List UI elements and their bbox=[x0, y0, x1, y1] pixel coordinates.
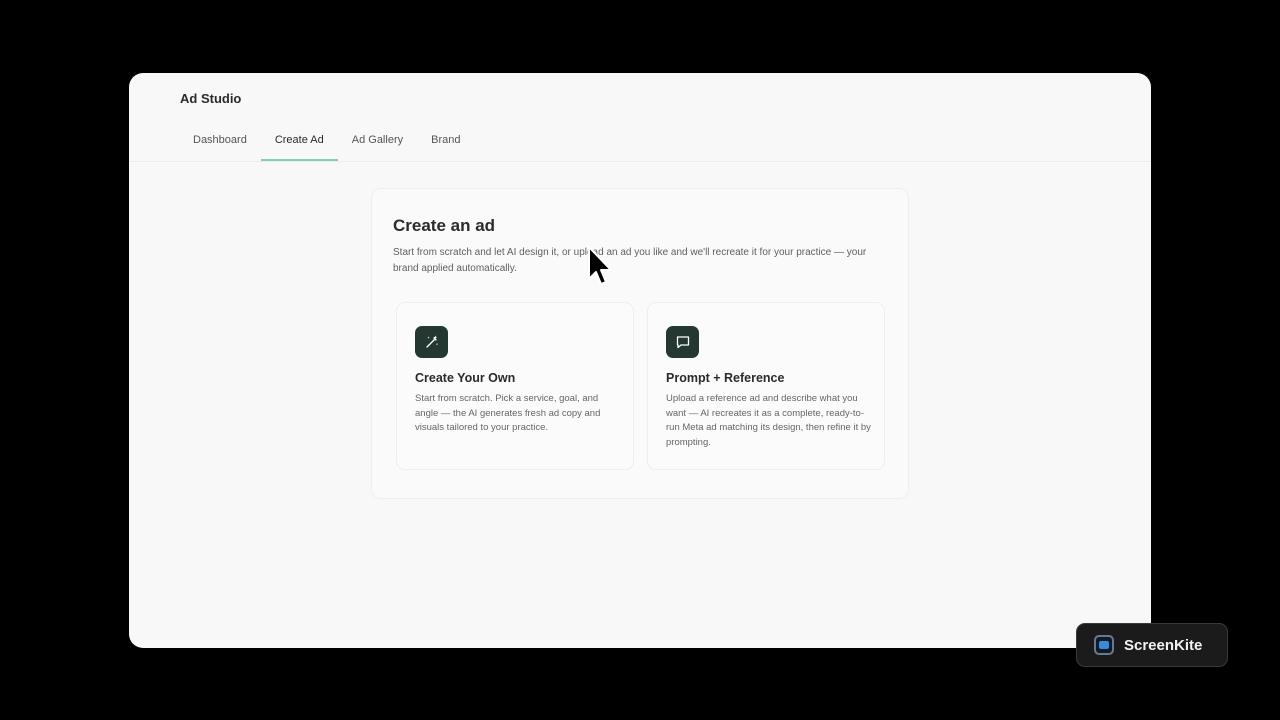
card-title: Create an ad bbox=[393, 216, 496, 235]
app-window: Ad Studio Dashboard Create Ad Ad Gallery… bbox=[129, 73, 1151, 648]
app-title: Ad Studio bbox=[180, 91, 242, 106]
create-ad-card: Create an ad Start from scratch and let … bbox=[371, 188, 909, 499]
create-your-own-option[interactable]: Create Your Own Start from scratch. Pick… bbox=[396, 302, 634, 470]
chat-bubble-icon bbox=[666, 326, 699, 358]
option-title: Create Your Own bbox=[415, 371, 516, 385]
tab-dashboard[interactable]: Dashboard bbox=[179, 125, 261, 161]
option-title: Prompt + Reference bbox=[666, 371, 785, 385]
badge-label: ScreenKite bbox=[1124, 636, 1203, 654]
screenkite-logo-icon bbox=[1094, 635, 1114, 655]
tab-create-ad[interactable]: Create Ad bbox=[260, 125, 338, 161]
screenkite-badge: ScreenKite bbox=[1076, 623, 1228, 667]
option-description: Upload a reference ad and describe what … bbox=[666, 393, 871, 448]
prompt-reference-option[interactable]: Prompt + Reference Upload a reference ad… bbox=[647, 302, 885, 470]
option-description: Start from scratch. Pick a service, goal… bbox=[415, 393, 601, 433]
tab-brand[interactable]: Brand bbox=[417, 125, 474, 161]
tab-ad-gallery[interactable]: Ad Gallery bbox=[338, 125, 417, 161]
magic-wand-icon bbox=[415, 326, 448, 358]
mouse-cursor-icon bbox=[588, 246, 612, 285]
tab-bar: Dashboard Create Ad Ad Gallery Brand bbox=[179, 125, 474, 161]
card-description: Start from scratch and let AI design it,… bbox=[393, 247, 867, 274]
header-divider bbox=[129, 161, 1151, 162]
